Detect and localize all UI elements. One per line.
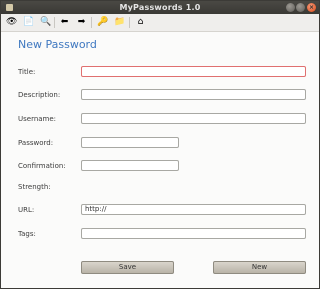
folder-key-icon[interactable]: 📁 [114, 17, 125, 28]
close-icon: × [308, 4, 315, 11]
search-icon[interactable]: 🔍 [40, 17, 51, 28]
url-label: URL: [18, 206, 35, 214]
title-field[interactable] [81, 66, 306, 77]
home-icon[interactable]: ⌂ [135, 17, 146, 28]
toolbar-separator [54, 17, 55, 28]
import-icon[interactable]: ⬅ [59, 17, 70, 28]
app-window: MyPasswords 1.0 × 👁 📄 🔍 ⬅ ➡ 🔑 📁 ⌂ New Pa… [0, 0, 320, 289]
new-button[interactable]: New [213, 261, 306, 274]
toolbar: 👁 📄 🔍 ⬅ ➡ 🔑 📁 ⌂ [1, 14, 319, 32]
description-label: Description: [18, 91, 61, 99]
page-title: New Password [18, 38, 97, 51]
password-field[interactable] [81, 137, 179, 148]
tags-field[interactable] [81, 228, 306, 239]
maximize-button[interactable] [296, 3, 305, 12]
window-title: MyPasswords 1.0 [119, 3, 201, 12]
confirmation-field[interactable] [81, 160, 179, 171]
view-icon[interactable]: 👁 [6, 17, 17, 28]
export-icon[interactable]: ➡ [76, 17, 87, 28]
username-label: Username: [18, 115, 57, 123]
title-label: Title: [18, 68, 36, 76]
save-button[interactable]: Save [81, 261, 174, 274]
toolbar-separator [91, 17, 92, 28]
toolbar-separator [129, 17, 130, 28]
password-label: Password: [18, 139, 54, 147]
url-field[interactable]: http:// [81, 204, 306, 215]
tags-label: Tags: [18, 230, 36, 238]
key-icon[interactable]: 🔑 [97, 17, 108, 28]
confirmation-label: Confirmation: [18, 162, 66, 170]
description-field[interactable] [81, 89, 306, 100]
close-button[interactable]: × [307, 3, 316, 12]
copy-icon[interactable]: 📄 [23, 17, 34, 28]
strength-label: Strength: [18, 183, 51, 191]
minimize-button[interactable] [286, 3, 295, 12]
title-bar[interactable]: MyPasswords 1.0 × [1, 1, 319, 14]
username-field[interactable] [81, 113, 306, 124]
